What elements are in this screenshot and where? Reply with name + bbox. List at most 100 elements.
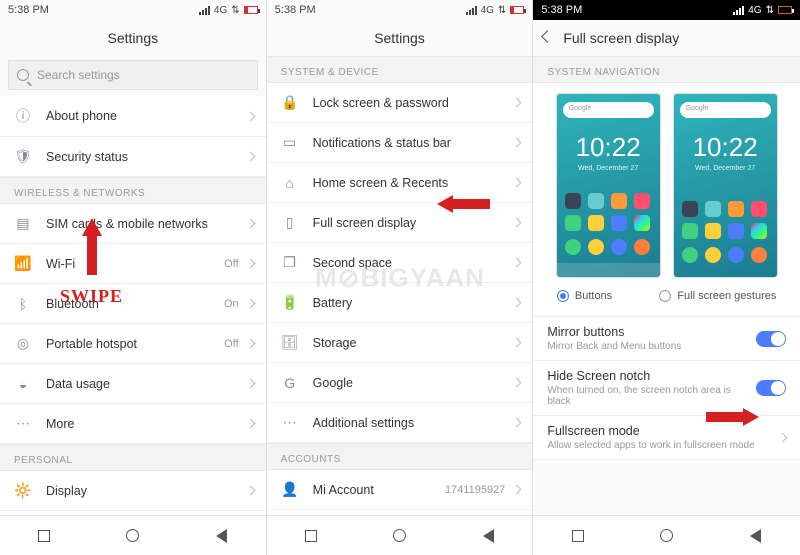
chevron-right-icon — [245, 219, 255, 229]
row-sync[interactable]: ⟳ Sync — [267, 510, 533, 515]
more-icon: ⋯ — [12, 415, 34, 432]
battery-row-icon: 🔋 — [279, 294, 301, 311]
home-icon: ⌂ — [279, 175, 301, 191]
row-additional[interactable]: ⋯ Additional settings — [267, 403, 533, 443]
network-label: 4G — [214, 5, 227, 16]
row-google[interactable]: G Google — [267, 363, 533, 403]
notification-icon: ▭ — [279, 134, 301, 151]
chevron-right-icon — [512, 378, 522, 388]
bluetooth-icon: ᛒ — [12, 296, 34, 312]
nav-home-button[interactable] — [355, 516, 444, 555]
radio-off-icon — [659, 290, 671, 302]
signal-icon — [466, 6, 477, 15]
triangle-icon — [483, 529, 494, 543]
preview-clock: 10:22 — [674, 132, 777, 163]
settings-panel-2: 5:38 PM 4G ⇅ Settings SYSTEM & DEVICE 🔒 … — [267, 0, 534, 555]
nav-home-button[interactable] — [89, 516, 178, 555]
row-lock-screen[interactable]: 🔒 Lock screen & password — [267, 83, 533, 123]
info-icon: ⓘ — [12, 106, 34, 126]
preview-search: Google — [680, 102, 771, 118]
nav-back-button[interactable] — [444, 516, 533, 555]
row-more[interactable]: ⋯ More — [0, 404, 266, 444]
row-wifi[interactable]: 📶 Wi-Fi Off — [0, 244, 266, 284]
wifi-icon: 📶 — [12, 255, 34, 272]
row-full-screen-display[interactable]: ▯ Full screen display — [267, 203, 533, 243]
swipe-annotation: SWIPE — [60, 286, 123, 307]
circle-icon — [660, 529, 673, 542]
display-icon: 🔆 — [12, 482, 34, 499]
row-mi-account[interactable]: 👤 Mi Account 1741195927 — [267, 470, 533, 510]
updown-icon: ⇅ — [498, 5, 506, 16]
chevron-right-icon — [512, 338, 522, 348]
nav-back-button[interactable] — [177, 516, 266, 555]
preview-clock: 10:22 — [557, 132, 660, 163]
square-icon — [572, 530, 584, 542]
chevron-right-icon — [245, 111, 255, 121]
row-security-status[interactable]: 🛡 Security status — [0, 137, 266, 177]
row-fullscreen-mode[interactable]: Fullscreen mode Allow selected apps to w… — [533, 416, 800, 460]
toggle-mirror[interactable] — [756, 331, 786, 347]
row-storage[interactable]: 🗄 Storage — [267, 323, 533, 363]
settings-scroll[interactable]: ⓘ About phone 🛡 Security status WIRELESS… — [0, 96, 266, 515]
fullscreen-arrow — [437, 195, 453, 213]
row-hide-notch[interactable]: Hide Screen notch When turned on, the sc… — [533, 361, 800, 416]
preview-date: Wed, December 27 — [674, 165, 777, 172]
status-bar: 5:38 PM 4G ⇅ — [533, 0, 800, 20]
chevron-right-icon — [245, 299, 255, 309]
page-title: Settings — [267, 20, 533, 56]
status-time: 5:38 PM — [275, 4, 316, 16]
chevron-right-icon — [245, 152, 255, 162]
nav-recents-button[interactable] — [267, 516, 356, 555]
row-mirror-buttons[interactable]: Mirror buttons Mirror Back and Menu butt… — [533, 317, 800, 361]
battery-icon — [778, 6, 792, 14]
status-time: 5:38 PM — [541, 4, 582, 16]
chevron-right-icon — [512, 298, 522, 308]
storage-icon: 🗄 — [279, 334, 301, 351]
chevron-right-icon — [245, 486, 255, 496]
square-icon — [38, 530, 50, 542]
row-wallpaper[interactable]: 🖼 Wallpaper — [0, 511, 266, 515]
nav-recents-button[interactable] — [0, 516, 89, 555]
row-about-phone[interactable]: ⓘ About phone — [0, 96, 266, 137]
data-icon: ◒ — [12, 376, 34, 392]
triangle-icon — [750, 529, 761, 543]
row-second-space[interactable]: ❒ Second space — [267, 243, 533, 283]
preview-gestures[interactable]: Google 10:22 Wed, December 27 — [673, 93, 778, 278]
battery-icon — [510, 6, 524, 14]
status-bar: 5:38 PM 4G ⇅ — [0, 0, 266, 20]
nav-recents-button[interactable] — [533, 516, 622, 555]
more-icon: ⋯ — [279, 414, 301, 431]
preview-search: Google — [563, 102, 654, 118]
hotspot-icon: ◎ — [12, 335, 34, 352]
navigation-radio-group: Buttons Full screen gestures — [533, 282, 800, 317]
chevron-right-icon — [512, 218, 522, 228]
fullscreen-icon: ▯ — [279, 214, 301, 231]
settings-scroll[interactable]: SYSTEM & DEVICE 🔒 Lock screen & password… — [267, 56, 533, 515]
status-time: 5:38 PM — [8, 4, 49, 16]
row-sim[interactable]: ▤ SIM cards & mobile networks — [0, 204, 266, 244]
page-title: Full screen display — [533, 20, 800, 56]
row-hotspot[interactable]: ◎ Portable hotspot Off — [0, 324, 266, 364]
row-data-usage[interactable]: ◒ Data usage — [0, 364, 266, 404]
toggle-hide-notch[interactable] — [756, 380, 786, 396]
row-battery[interactable]: 🔋 Battery — [267, 283, 533, 323]
square-icon — [305, 530, 317, 542]
radio-gestures[interactable]: Full screen gestures — [659, 290, 776, 302]
row-display[interactable]: 🔆 Display — [0, 471, 266, 511]
google-icon: G — [279, 375, 301, 391]
triangle-icon — [216, 529, 227, 543]
chevron-right-icon — [512, 418, 522, 428]
search-input[interactable]: Search settings — [8, 60, 258, 90]
section-wireless: WIRELESS & NETWORKS — [0, 177, 266, 204]
preview-buttons[interactable]: Google 10:22 Wed, December 27 — [556, 93, 661, 278]
nav-home-button[interactable] — [622, 516, 711, 555]
back-button[interactable] — [541, 30, 554, 43]
second-space-icon: ❒ — [279, 254, 301, 271]
radio-buttons[interactable]: Buttons — [557, 290, 612, 302]
row-bluetooth[interactable]: ᛒ Bluetooth On — [0, 284, 266, 324]
chevron-right-icon — [512, 485, 522, 495]
row-notifications[interactable]: ▭ Notifications & status bar — [267, 123, 533, 163]
radio-on-icon — [557, 290, 569, 302]
row-home-recents[interactable]: ⌂ Home screen & Recents — [267, 163, 533, 203]
nav-back-button[interactable] — [711, 516, 800, 555]
